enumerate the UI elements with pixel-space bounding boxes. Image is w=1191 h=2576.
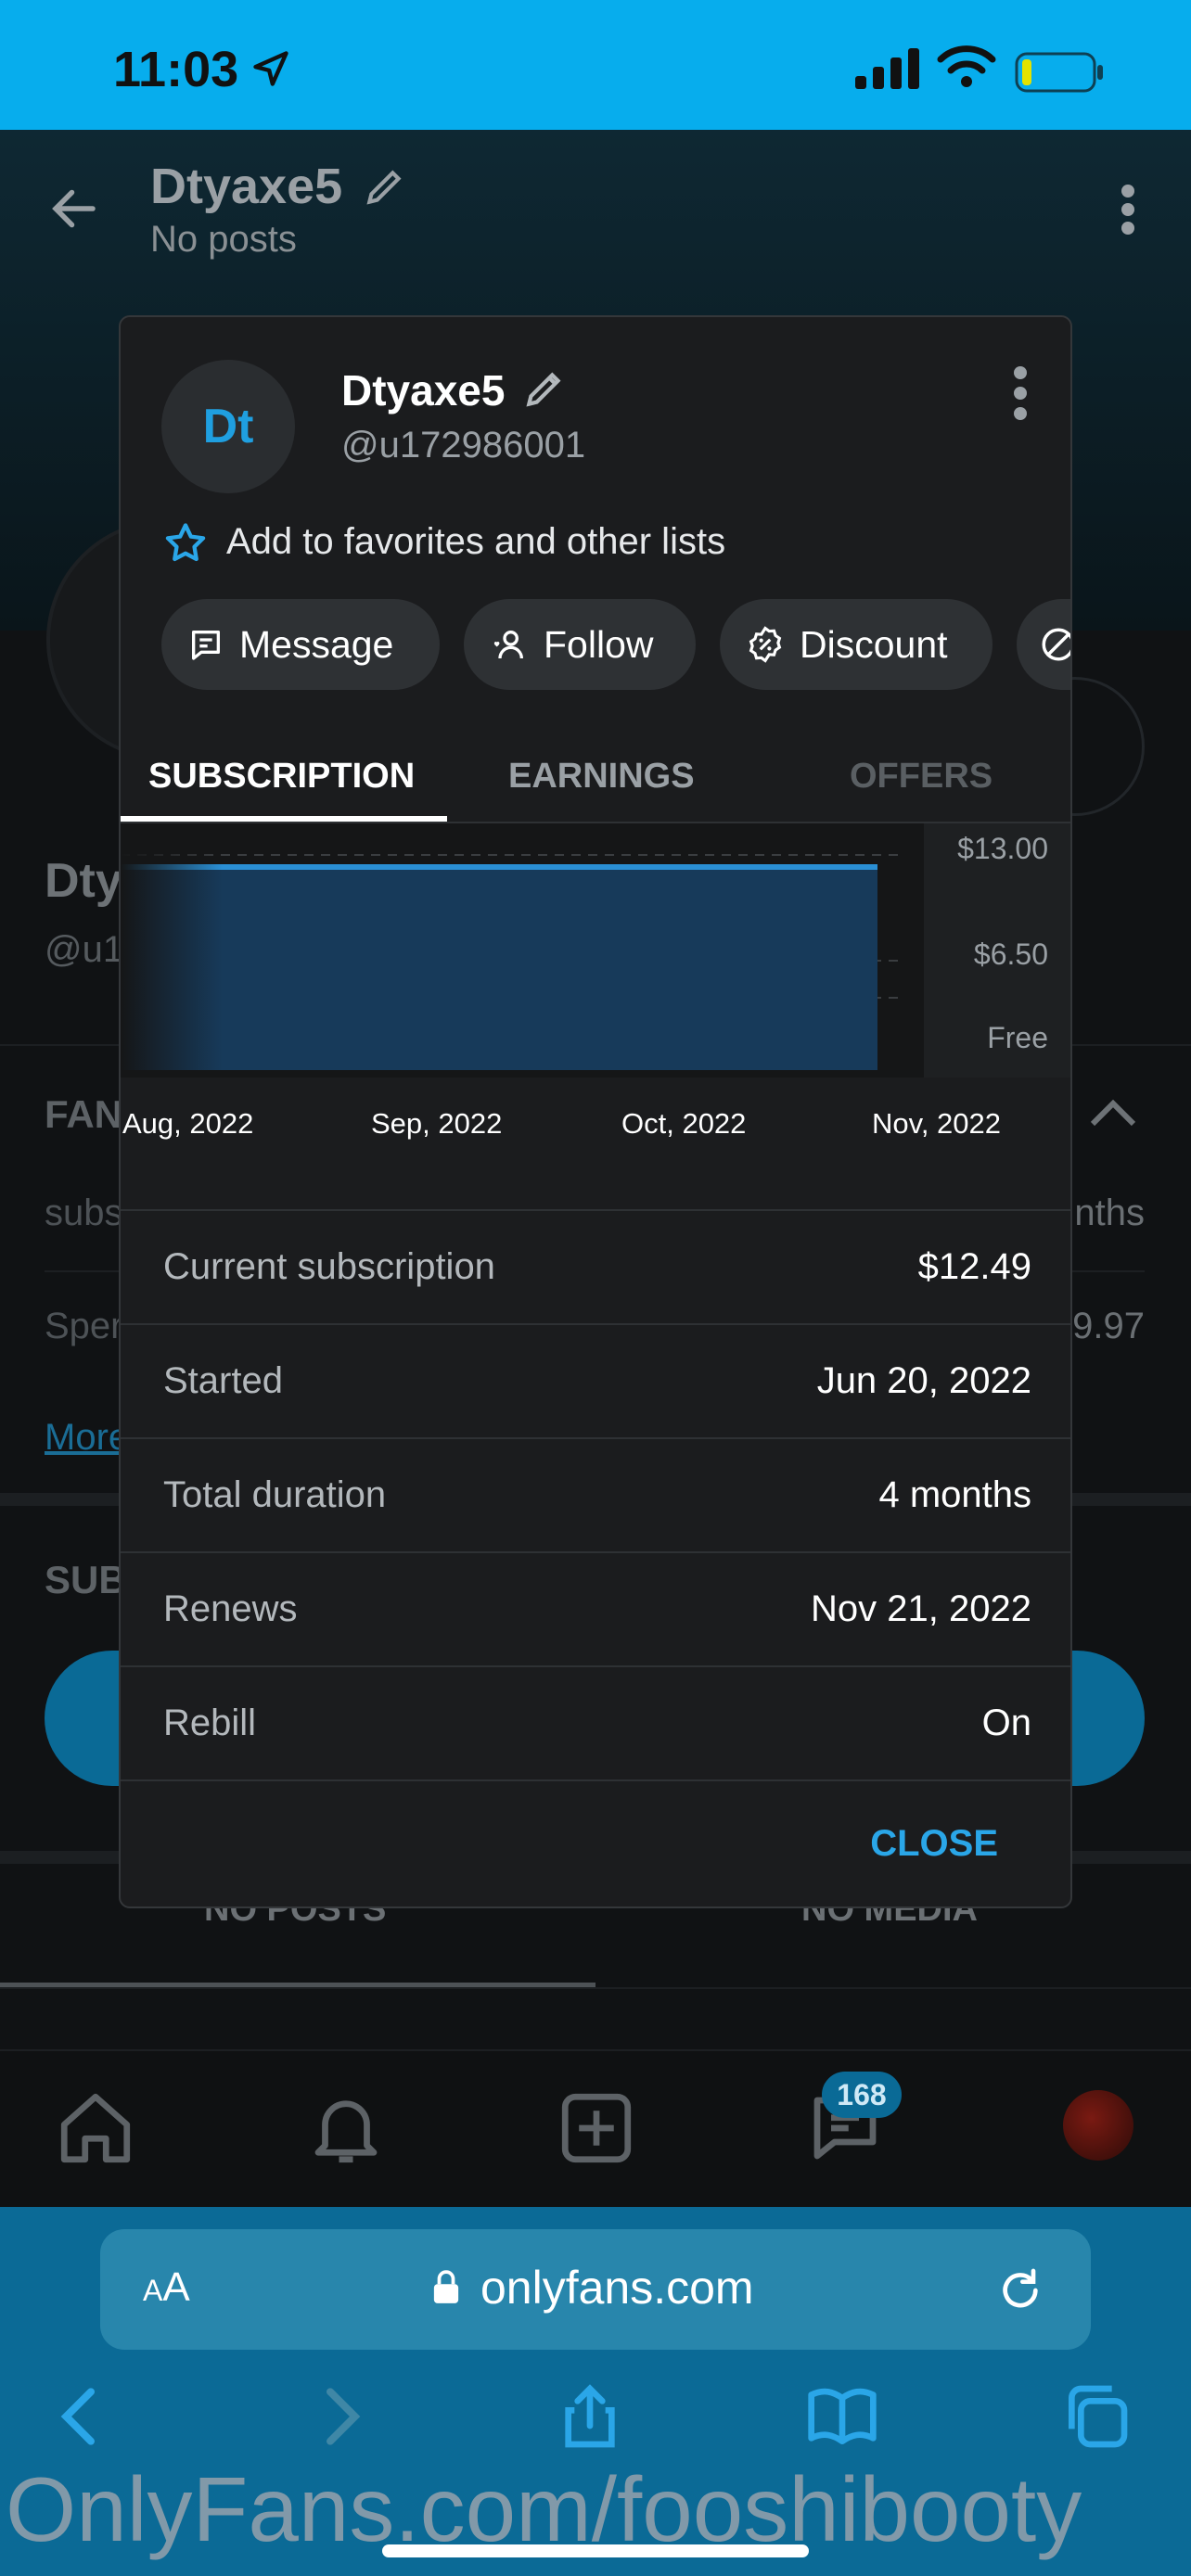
renews-row: Renews Nov 21, 2022: [121, 1551, 1070, 1665]
y-tick-label: $13.00: [957, 832, 1048, 865]
divider: [0, 1987, 1191, 1989]
profile-title: Dtyaxe5: [150, 159, 343, 214]
reader-text-size-button[interactable]: AA: [143, 2264, 190, 2311]
discount-label: Discount: [800, 622, 948, 666]
divider: [121, 1779, 1070, 1783]
more-vertical-icon[interactable]: [1002, 363, 1039, 423]
tab-offers[interactable]: OFFERS: [850, 757, 992, 797]
bell-icon[interactable]: [304, 2086, 388, 2170]
pencil-icon[interactable]: [362, 163, 408, 210]
x-tick-label: Aug, 2022: [122, 1107, 254, 1140]
x-tick-label: Sep, 2022: [371, 1107, 503, 1140]
home-icon[interactable]: [54, 2086, 137, 2170]
subscriber-info-modal: Dt Dtyaxe5 @u172986001 Add to favorites …: [119, 315, 1072, 1908]
tab-earnings[interactable]: EARNINGS: [508, 757, 695, 797]
total-duration-row: Total duration 4 months: [121, 1437, 1070, 1551]
status-time: 11:03: [113, 42, 239, 97]
y-tick-label: Free: [987, 1021, 1048, 1054]
share-icon[interactable]: [553, 2379, 627, 2454]
messages-badge: 168: [822, 2072, 902, 2118]
close-button[interactable]: CLOSE: [870, 1823, 998, 1865]
tab-indicator: [121, 816, 447, 822]
profile-name: Dty: [45, 854, 122, 908]
discount-button[interactable]: Discount: [720, 599, 992, 690]
x-tick-label: Oct, 2022: [621, 1107, 747, 1140]
subscription-price-chart: $13.00 $6.50 Free: [121, 823, 1070, 1078]
add-post-icon[interactable]: [555, 2086, 638, 2170]
total-duration-label: Total duration: [163, 1474, 387, 1515]
follow-label: Follow: [544, 622, 654, 666]
spent-row-label: Sper: [45, 1306, 123, 1346]
back-icon[interactable]: [45, 2379, 119, 2454]
subscription-section-header: SUB: [45, 1558, 127, 1601]
avatar: Dt: [161, 360, 295, 493]
message-label: Message: [239, 622, 394, 666]
current-subscription-row: Current subscription $12.49: [121, 1209, 1070, 1323]
current-subscription-value: $12.49: [917, 1246, 1031, 1287]
chevron-up-icon[interactable]: [1087, 1094, 1139, 1131]
series-area: [121, 866, 877, 1070]
fan-section-header: FAN: [45, 1092, 122, 1136]
home-indicator: [382, 2544, 809, 2557]
started-value: Jun 20, 2022: [816, 1360, 1031, 1401]
url-text: onlyfans.com: [480, 2262, 754, 2314]
back-arrow-icon[interactable]: [46, 181, 102, 236]
total-duration-value: 4 months: [878, 1474, 1031, 1515]
started-row: Started Jun 20, 2022: [121, 1323, 1070, 1437]
renews-label: Renews: [163, 1588, 298, 1629]
started-label: Started: [163, 1360, 283, 1401]
location-arrow-icon: [253, 51, 288, 86]
rebill-label: Rebill: [163, 1702, 257, 1743]
cellular-signal-icon: [855, 48, 919, 89]
user-handle: @u172986001: [341, 425, 586, 465]
profile-handle: @u1: [45, 929, 124, 970]
follow-button[interactable]: Follow: [464, 599, 696, 690]
forward-icon[interactable]: [302, 2379, 377, 2454]
user-avatar[interactable]: [1063, 2090, 1133, 2161]
more-vertical-icon[interactable]: [1109, 182, 1146, 237]
more-info-link[interactable]: More: [45, 1417, 129, 1459]
subscription-row-label: subs: [45, 1192, 123, 1233]
follow-user-icon: [493, 631, 523, 659]
status-bar: 11:03: [0, 0, 1191, 130]
spent-row-value: 9.97: [1072, 1306, 1145, 1346]
rebill-row: Rebill On: [121, 1665, 1070, 1779]
star-icon[interactable]: [161, 519, 210, 567]
message-icon: [192, 631, 220, 660]
tabs-icon[interactable]: [1059, 2379, 1133, 2454]
block-button[interactable]: [1017, 599, 1070, 690]
tab-subscription[interactable]: SUBSCRIPTION: [148, 757, 415, 797]
discount-badge-icon: [749, 626, 782, 663]
block-icon: [1042, 628, 1070, 661]
add-to-favorites-link[interactable]: Add to favorites and other lists: [226, 521, 725, 563]
wifi-icon: [937, 45, 996, 87]
profile-subtitle: No posts: [150, 219, 297, 260]
address-bar[interactable]: AA onlyfans.com: [100, 2229, 1091, 2350]
y-tick-label: $6.50: [974, 937, 1048, 971]
current-subscription-label: Current subscription: [163, 1246, 495, 1287]
subscription-row-value: nths: [1074, 1192, 1145, 1233]
battery-icon: [1015, 52, 1103, 93]
x-tick-label: Nov, 2022: [872, 1107, 1002, 1140]
renews-value: Nov 21, 2022: [811, 1588, 1031, 1629]
pencil-icon[interactable]: [521, 365, 568, 412]
rebill-value: On: [981, 1702, 1031, 1743]
user-name: Dtyaxe5: [341, 366, 506, 414]
reload-icon[interactable]: [994, 2264, 1046, 2316]
bookmarks-icon[interactable]: [805, 2379, 879, 2454]
lock-icon: [433, 2270, 459, 2303]
chart-left-fade: [121, 823, 223, 1078]
message-button[interactable]: Message: [161, 599, 440, 690]
